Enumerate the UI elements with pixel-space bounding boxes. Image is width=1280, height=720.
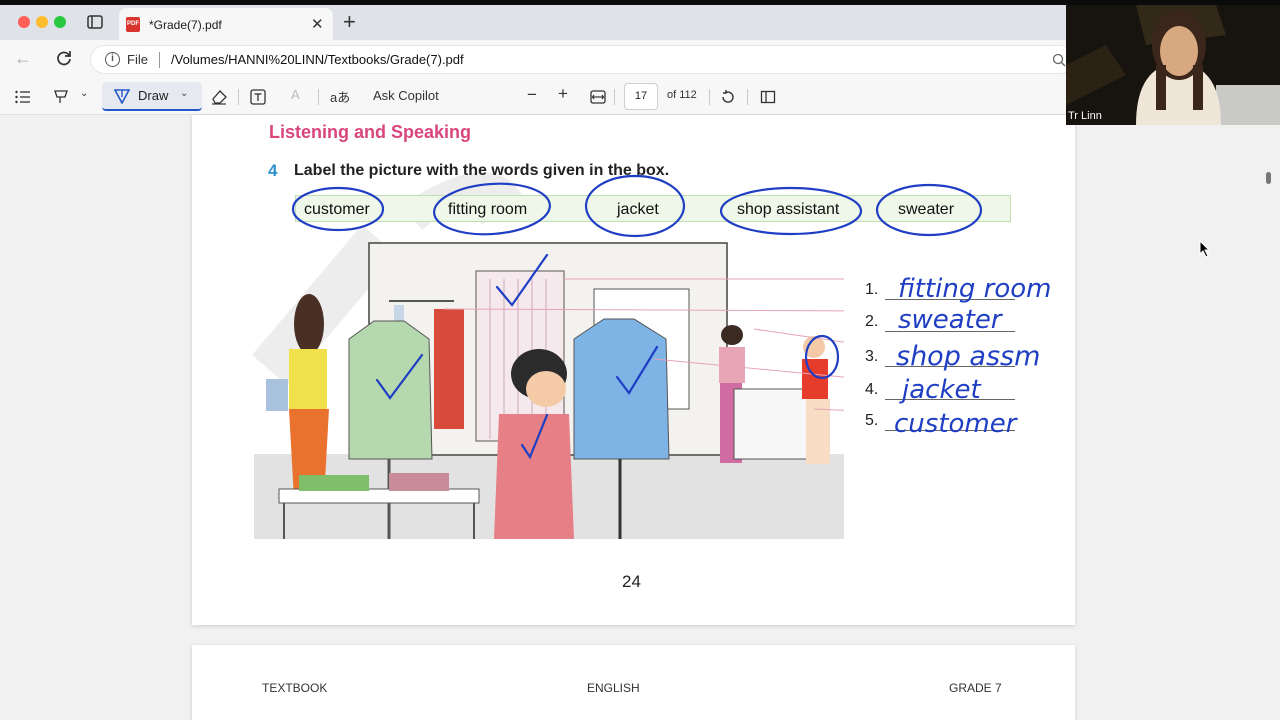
toolbar-divider xyxy=(614,89,615,105)
address-divider xyxy=(159,52,160,68)
draw-label: Draw xyxy=(138,88,169,103)
word-fitting-room: fitting room xyxy=(448,201,528,218)
mouse-cursor-icon xyxy=(1199,240,1211,258)
toolbar-divider xyxy=(238,89,239,105)
clothing-shop-illustration xyxy=(254,242,844,539)
pdf-viewport[interactable]: Listening and Speaking 4 Label the pictu… xyxy=(0,115,1280,720)
webcam-video xyxy=(1066,5,1280,125)
answer-line-1 xyxy=(885,299,1015,300)
fit-width-icon[interactable] xyxy=(590,90,606,104)
answer-line-2 xyxy=(885,331,1015,332)
window-close-button[interactable] xyxy=(18,16,30,28)
pdf-page: Listening and Speaking 4 Label the pictu… xyxy=(192,115,1075,625)
draw-chevron-icon[interactable]: ⌄ xyxy=(180,88,188,99)
section-title: Listening and Speaking xyxy=(269,122,472,142)
label-number-1: 1. xyxy=(865,281,879,298)
tab-pdf[interactable]: PDF *Grade(7).pdf ✕ xyxy=(119,8,333,40)
pdf-file-icon: PDF xyxy=(126,17,140,32)
answer-line-3 xyxy=(885,366,1015,367)
address-bar[interactable]: i File /Volumes/HANNI%20LINN/Textbooks/G… xyxy=(90,45,1075,74)
footer-center: ENGLISH xyxy=(587,681,640,695)
label-number-3: 3. xyxy=(865,348,879,365)
tab-actions-icon[interactable] xyxy=(86,13,104,31)
pdf-page-next: TEXTBOOK ENGLISH GRADE 7 xyxy=(192,645,1075,720)
page-number-input[interactable]: 17 xyxy=(624,83,658,110)
back-arrow-icon[interactable]: ← xyxy=(14,48,32,69)
info-icon[interactable]: i xyxy=(105,52,120,67)
answer-line-5 xyxy=(885,430,1015,431)
page-view-icon[interactable] xyxy=(760,89,776,105)
answer-line-4 xyxy=(885,399,1015,400)
word-customer: customer xyxy=(304,201,370,218)
toolbar-divider xyxy=(747,89,748,105)
exercise-number: 4 xyxy=(268,161,278,180)
add-text-icon[interactable] xyxy=(250,89,266,105)
scrollbar-thumb[interactable] xyxy=(1266,172,1271,184)
exercise-instruction: Label the picture with the words given i… xyxy=(294,162,670,179)
window-minimize-button[interactable] xyxy=(36,16,48,28)
page-total-label: of 112 xyxy=(667,89,697,101)
label-number-2: 2. xyxy=(865,313,879,330)
refresh-icon[interactable] xyxy=(54,48,74,68)
tab-close-icon[interactable]: ✕ xyxy=(311,15,324,33)
footer-left: TEXTBOOK xyxy=(262,681,328,695)
new-tab-icon[interactable]: + xyxy=(343,9,356,35)
webcam-overlay: Tr Linn xyxy=(1066,5,1280,125)
label-number-4: 4. xyxy=(865,381,879,398)
zoom-icon[interactable] xyxy=(1051,52,1067,68)
rotate-icon[interactable] xyxy=(720,89,736,105)
footer-right: GRADE 7 xyxy=(949,681,1002,695)
scheme-label: File xyxy=(127,52,148,67)
label-number-5: 5. xyxy=(865,412,879,429)
zoom-out-icon[interactable]: − xyxy=(527,85,537,105)
toolbar-divider xyxy=(318,89,319,105)
word-sweater: sweater xyxy=(898,201,955,218)
highlight-chevron-icon[interactable]: ⌄ xyxy=(80,88,88,99)
page-number: 24 xyxy=(622,572,641,591)
highlight-icon[interactable] xyxy=(53,89,71,105)
word-jacket: jacket xyxy=(617,201,659,218)
tab-title: *Grade(7).pdf xyxy=(149,18,222,32)
word-shop-assistant: shop assistant xyxy=(737,201,840,218)
draw-button[interactable]: Draw ⌄ xyxy=(102,82,202,111)
contents-list-icon[interactable] xyxy=(15,90,31,104)
toolbar-divider xyxy=(709,89,710,105)
zoom-in-icon[interactable]: + xyxy=(558,84,568,104)
eraser-icon[interactable] xyxy=(210,89,228,105)
ask-copilot-button[interactable]: Ask Copilot xyxy=(373,88,439,103)
participant-name: Tr Linn xyxy=(1068,110,1102,122)
read-aloud-icon[interactable]: aあ xyxy=(330,87,350,106)
window-maximize-button[interactable] xyxy=(54,16,66,28)
pen-icon xyxy=(114,89,130,104)
url-text[interactable]: /Volumes/HANNI%20LINN/Textbooks/Grade(7)… xyxy=(171,52,464,67)
text-format-icon[interactable]: A xyxy=(291,87,300,102)
